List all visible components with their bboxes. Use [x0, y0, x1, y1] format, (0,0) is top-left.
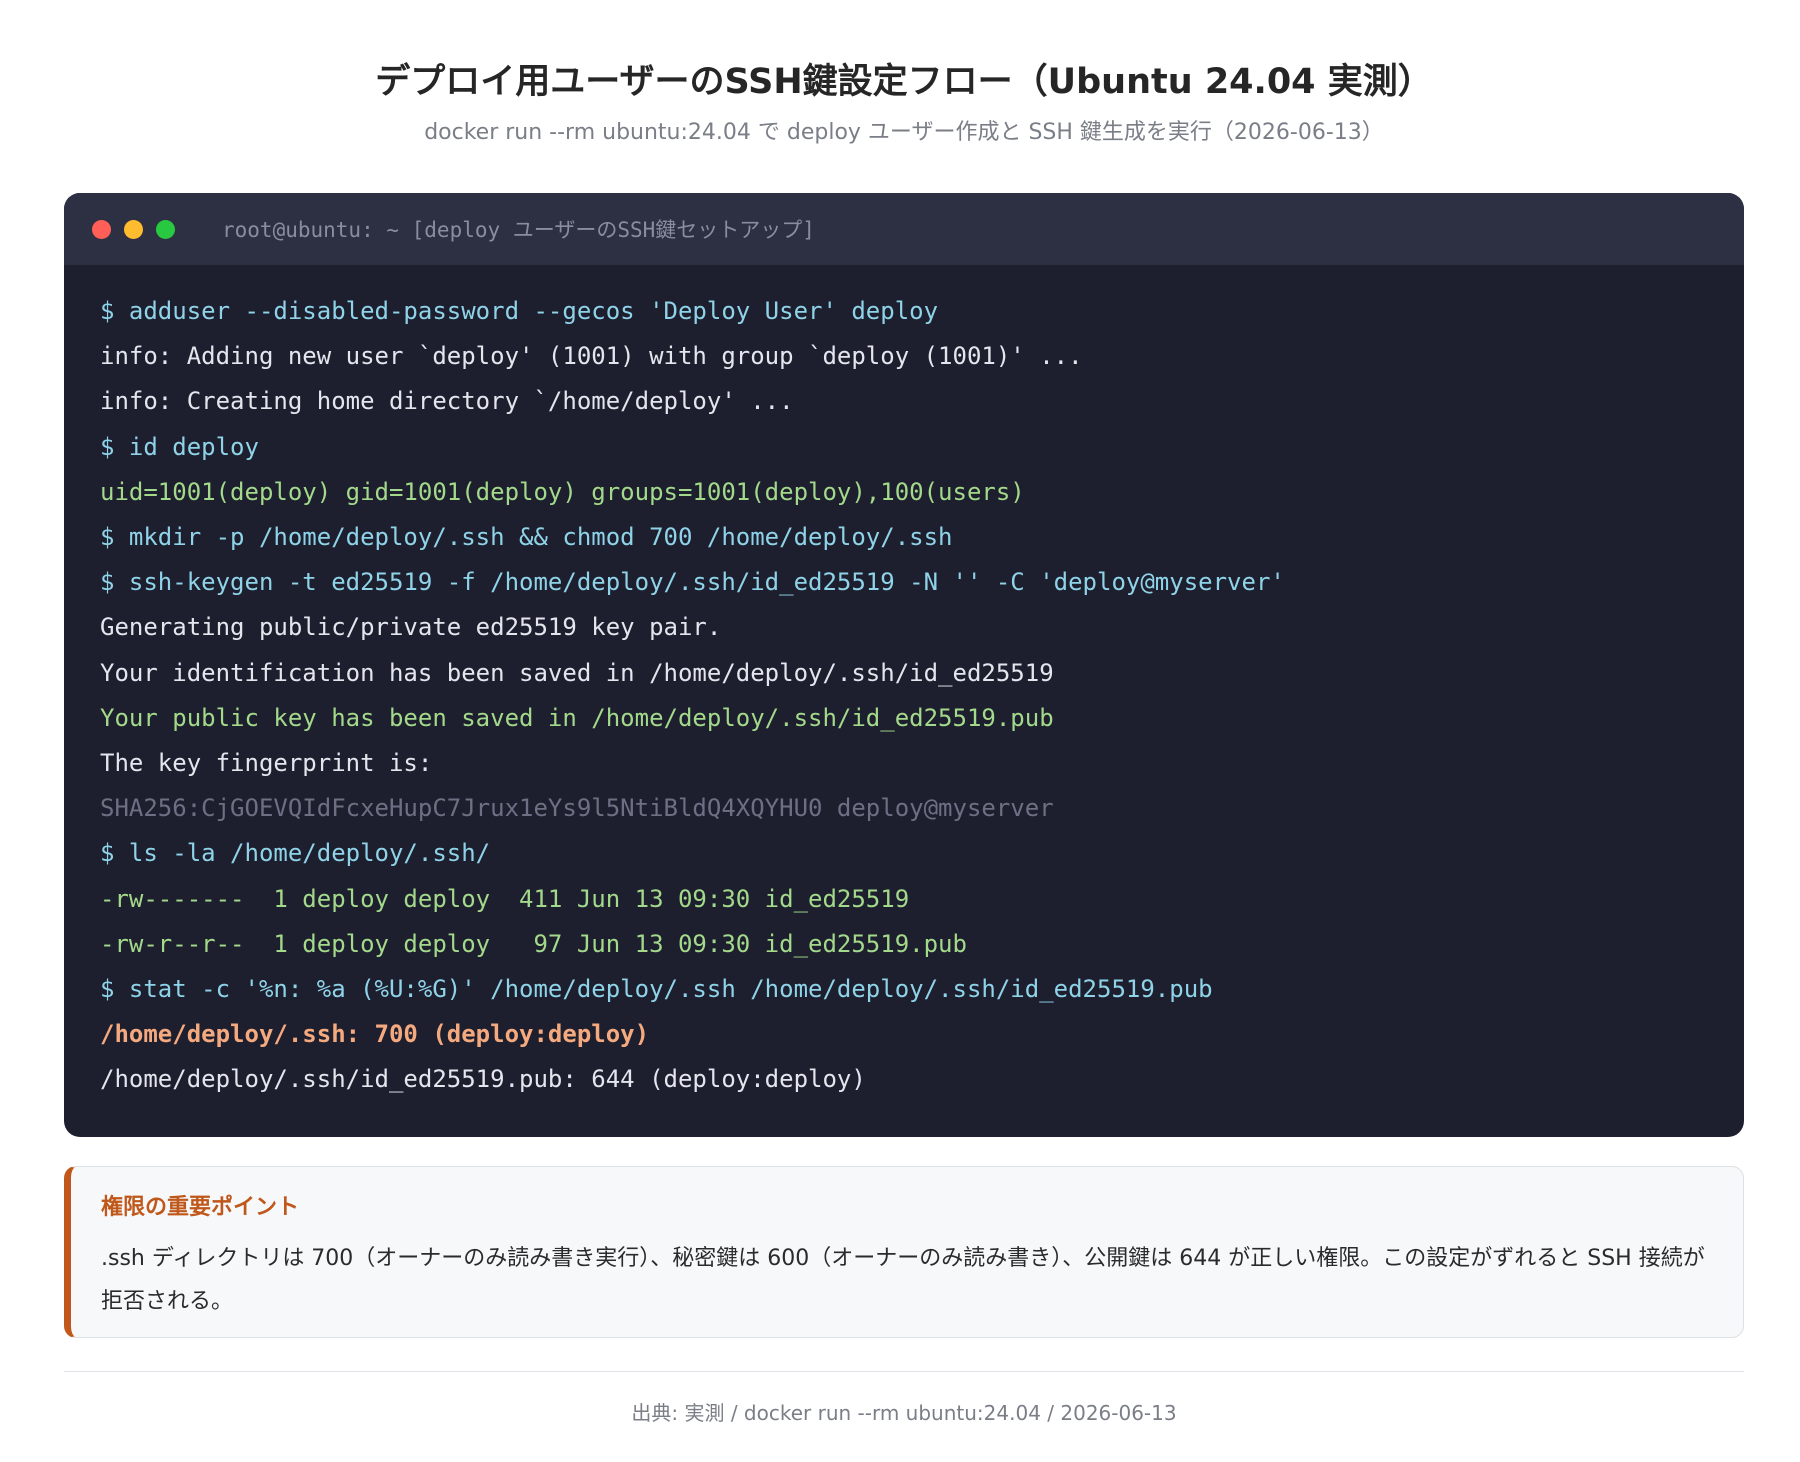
source-footer: 出典: 実測 / docker run --rm ubuntu:24.04 / …	[631, 1401, 1177, 1425]
terminal-command-line: $ id deploy	[100, 432, 259, 461]
callout-body: .ssh ディレクトリは 700（オーナーのみ読み書き実行）、秘密鍵は 600（…	[101, 1246, 1705, 1314]
terminal-output-line: -rw-r--r-- 1 deploy deploy 97 Jun 13 09:…	[100, 929, 967, 958]
close-button[interactable]	[92, 219, 111, 239]
minimize-button[interactable]	[124, 219, 143, 239]
terminal-output-line: info: Adding new user `deploy' (1001) wi…	[100, 342, 1083, 371]
page-subtitle: docker run --rm ubuntu:24.04 で deploy ユー…	[424, 120, 1384, 145]
terminal-command-line: $ ls -la /home/deploy/.ssh/	[100, 839, 491, 868]
terminal-output-line: The key fingerprint is:	[100, 749, 433, 778]
terminal-window: root@ubuntu: ~ [deploy ユーザーのSSH鍵セットアップ] …	[64, 193, 1744, 1137]
terminal-output-line: Your public key has been saved in /home/…	[100, 703, 1054, 732]
permission-callout: 権限の重要ポイント .ssh ディレクトリは 700（オーナーのみ読み書き実行）…	[64, 1166, 1744, 1338]
terminal-output-line: SHA256:CjGOEVQIdFcxeHupC7Jrux1eYs9l5NtiB…	[100, 794, 1054, 823]
page-title: デプロイ用ユーザーのSSH鍵設定フロー（Ubuntu 24.04 実測）	[375, 62, 1433, 102]
terminal-command-line: $ ssh-keygen -t ed25519 -f /home/deploy/…	[100, 568, 1285, 597]
maximize-button[interactable]	[156, 219, 175, 239]
terminal-command-line: $ stat -c '%n: %a (%U:%G)' /home/deploy/…	[100, 975, 1213, 1004]
divider	[64, 1371, 1744, 1372]
terminal-title-bar: root@ubuntu: ~ [deploy ユーザーのSSH鍵セットアップ]	[64, 193, 1744, 265]
terminal-window-title: root@ubuntu: ~ [deploy ユーザーのSSH鍵セットアップ]	[222, 218, 815, 242]
terminal-output-line: /home/deploy/.ssh: 700 (deploy:deploy)	[100, 1020, 650, 1049]
terminal-output-line: uid=1001(deploy) gid=1001(deploy) groups…	[100, 477, 1025, 506]
terminal-output-line: -rw------- 1 deploy deploy 411 Jun 13 09…	[100, 884, 910, 913]
page: デプロイ用ユーザーのSSH鍵設定フロー（Ubuntu 24.04 実測） doc…	[64, 0, 1744, 1426]
terminal-output-line: info: Creating home directory `/home/dep…	[100, 387, 794, 416]
terminal-command-line: $ adduser --disabled-password --gecos 'D…	[100, 297, 939, 325]
terminal-output[interactable]: $ adduser --disabled-password --gecos 'D…	[64, 265, 1744, 1103]
terminal-output-line: Generating public/private ed25519 key pa…	[100, 613, 722, 642]
terminal-command-line: $ mkdir -p /home/deploy/.ssh && chmod 70…	[100, 523, 953, 552]
callout-heading: 権限の重要ポイント	[101, 1195, 300, 1220]
terminal-output-line: Your identification has been saved in /h…	[100, 658, 1054, 687]
terminal-output-line: /home/deploy/.ssh/id_ed25519.pub: 644 (d…	[100, 1065, 866, 1094]
